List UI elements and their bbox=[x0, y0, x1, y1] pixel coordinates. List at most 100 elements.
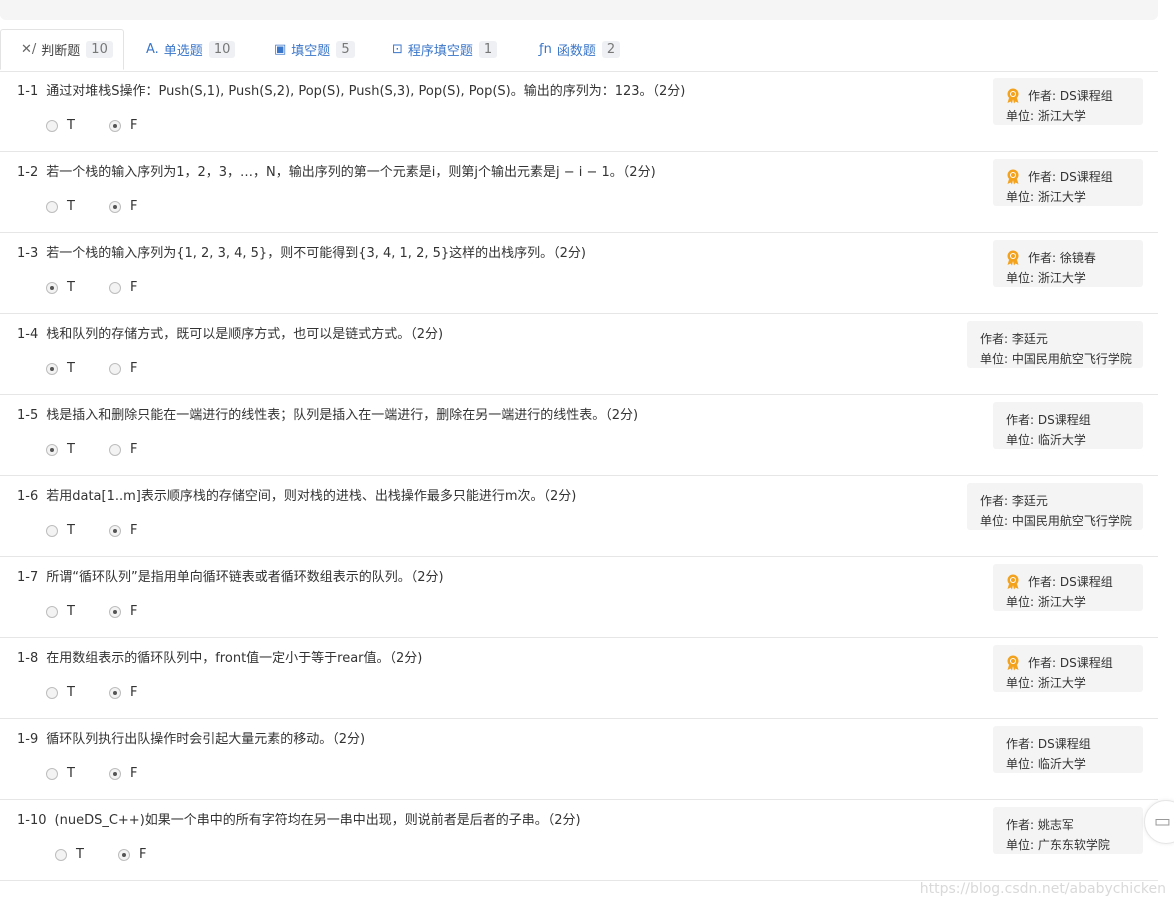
unit-line: 单位: 中国民用航空飞行学院 bbox=[980, 511, 1132, 531]
option-false[interactable]: F bbox=[109, 766, 137, 781]
unit-line: 单位: 临沂大学 bbox=[1006, 430, 1130, 450]
question-text: 1-1 通过对堆栈S操作：Push(S,1), Push(S,2), Pop(S)… bbox=[17, 80, 685, 99]
author-unit: 单位: 浙江大学 bbox=[1006, 271, 1086, 285]
tab-program-fill[interactable]: ⊡ 程序填空题 1 bbox=[392, 29, 498, 70]
question-statement: 栈是插入和删除只能在一端进行的线性表；队列是插入在一端进行，删除在另一端进行的线… bbox=[46, 408, 639, 423]
option-true[interactable]: T bbox=[55, 847, 84, 862]
fill-blank-icon: ▣ bbox=[274, 42, 287, 57]
option-false[interactable]: F bbox=[109, 685, 137, 700]
author-line: 作者: 李廷元 bbox=[980, 491, 1130, 511]
question-statement: 栈和队列的存储方式，既可以是顺序方式，也可以是链式方式。（2分) bbox=[46, 327, 444, 342]
author-info: 作者: 徐镜春单位: 浙江大学 bbox=[993, 240, 1143, 287]
radio-false[interactable] bbox=[109, 524, 121, 537]
author-info: 作者: DS课程组单位: 浙江大学 bbox=[993, 78, 1143, 125]
author-name: 作者: 李廷元 bbox=[980, 332, 1048, 346]
watermark: https://blog.csdn.net/ababychicken bbox=[919, 881, 1166, 897]
question-number: 1-1 bbox=[17, 84, 39, 99]
option-true-label: T bbox=[76, 847, 84, 862]
option-true[interactable]: T bbox=[46, 361, 75, 376]
question-statement: 若一个栈的输入序列为1，2，3，…，N，输出序列的第一个元素是i，则第j个输出元… bbox=[46, 165, 656, 180]
unit-line: 单位: 广东东软学院 bbox=[1006, 835, 1130, 855]
option-true-label: T bbox=[67, 766, 75, 781]
author-unit: 单位: 广东东软学院 bbox=[1006, 838, 1110, 852]
option-true[interactable]: T bbox=[46, 523, 75, 538]
author-name: 作者: 李廷元 bbox=[980, 494, 1048, 508]
option-true[interactable]: T bbox=[46, 118, 75, 133]
judge-icon: ✕/ bbox=[21, 42, 37, 57]
author-info: 作者: DS课程组 单位: 临沂大学 bbox=[993, 726, 1143, 773]
question-text: 1-4 栈和队列的存储方式，既可以是顺序方式，也可以是链式方式。（2分) bbox=[17, 323, 443, 342]
question-text: 1-5 栈是插入和删除只能在一端进行的线性表；队列是插入在一端进行，删除在另一端进… bbox=[17, 404, 638, 423]
option-true[interactable]: T bbox=[46, 766, 75, 781]
author-name: 作者: 徐镜春 bbox=[1028, 251, 1096, 265]
question-number: 1-4 bbox=[17, 327, 39, 342]
radio-true[interactable] bbox=[46, 119, 58, 132]
tab-single-choice[interactable]: A. 单选题 10 bbox=[146, 29, 236, 70]
question-row: 1-8 在用数组表示的循环队列中，front值一定小于等于rear值。（2分) T F… bbox=[0, 638, 1158, 719]
option-true[interactable]: T bbox=[46, 604, 75, 619]
author-name: 作者: DS课程组 bbox=[1028, 89, 1113, 103]
option-false[interactable]: F bbox=[109, 523, 137, 538]
tab-judge[interactable]: ✕/ 判断题 10 bbox=[0, 29, 124, 70]
option-false-label: F bbox=[130, 361, 138, 376]
tab-label: 程序填空题 bbox=[407, 44, 473, 59]
unit-line: 单位: 浙江大学 bbox=[1006, 106, 1130, 126]
option-true[interactable]: T bbox=[46, 442, 75, 457]
question-row: 1-1 通过对堆栈S操作：Push(S,1), Push(S,2), Pop(S)… bbox=[0, 71, 1158, 152]
top-bar bbox=[0, 0, 1158, 20]
radio-false[interactable] bbox=[118, 848, 130, 861]
question-row: 1-10 (nueDS_C++)如果一个串中的所有字符均在另一串中出现，则说前者是… bbox=[0, 800, 1158, 881]
tab-fill-blank[interactable]: ▣ 填空题 5 bbox=[274, 29, 355, 70]
question-number: 1-2 bbox=[17, 165, 39, 180]
radio-false[interactable] bbox=[109, 443, 121, 456]
question-number: 1-8 bbox=[17, 651, 39, 666]
question-text: 1-9 循环队列执行出队操作时会引起大量元素的移动。（2分) bbox=[17, 728, 365, 747]
question-number: 1-9 bbox=[17, 732, 39, 747]
unit-line: 单位: 浙江大学 bbox=[1006, 592, 1130, 612]
tab-label: 单选题 bbox=[163, 44, 203, 59]
question-type-tabs: ✕/ 判断题 10 A. 单选题 10 ▣ 填空题 5 ⊡ 程序填空题 1 ƒn… bbox=[0, 29, 1158, 72]
author-line: 作者: 姚志军 bbox=[1006, 815, 1130, 835]
radio-true[interactable] bbox=[46, 686, 58, 699]
author-info: 作者: DS课程组 单位: 浙江大学 bbox=[993, 564, 1143, 611]
radio-false[interactable] bbox=[109, 605, 121, 618]
option-false[interactable]: F bbox=[109, 199, 137, 214]
author-info: 作者: 姚志军单位: 广东东软学院 bbox=[993, 807, 1143, 854]
radio-true[interactable] bbox=[55, 848, 67, 861]
option-true[interactable]: T bbox=[46, 685, 75, 700]
radio-true[interactable] bbox=[46, 200, 58, 213]
question-number: 1-5 bbox=[17, 408, 39, 423]
radio-false[interactable] bbox=[109, 200, 121, 213]
radio-false[interactable] bbox=[109, 119, 121, 132]
option-false[interactable]: F bbox=[109, 604, 137, 619]
question-text: 1-2 若一个栈的输入序列为1，2，3，…，N，输出序列的第一个元素是i，则第j个… bbox=[17, 161, 656, 180]
author-info: 作者: DS课程组 单位: 浙江大学 bbox=[993, 645, 1143, 692]
question-text: 1-7 所谓“循环队列”是指用单向循环链表或者循环数组表示的队列。（2分) bbox=[17, 566, 444, 585]
option-false[interactable]: F bbox=[109, 361, 137, 376]
author-name: 作者: DS课程组 bbox=[1028, 656, 1113, 670]
author-unit: 单位: 中国民用航空飞行学院 bbox=[980, 352, 1132, 366]
radio-true[interactable] bbox=[46, 362, 58, 375]
option-true[interactable]: T bbox=[46, 280, 75, 295]
radio-true[interactable] bbox=[46, 281, 58, 294]
question-row: 1-3 若一个栈的输入序列为{1, 2, 3, 4, 5}，则不可能得到{3, 4… bbox=[0, 233, 1158, 314]
option-false[interactable]: F bbox=[109, 280, 137, 295]
radio-false[interactable] bbox=[109, 767, 121, 780]
option-false[interactable]: F bbox=[109, 442, 137, 457]
radio-false[interactable] bbox=[109, 281, 121, 294]
tab-count-badge: 10 bbox=[86, 41, 113, 58]
option-false-label: F bbox=[130, 118, 138, 133]
radio-true[interactable] bbox=[46, 524, 58, 537]
author-line: 作者: DS课程组 bbox=[1006, 734, 1130, 754]
unit-line: 单位: 临沂大学 bbox=[1006, 754, 1130, 774]
radio-true[interactable] bbox=[46, 767, 58, 780]
program-fill-icon: ⊡ bbox=[392, 42, 403, 57]
radio-false[interactable] bbox=[109, 362, 121, 375]
radio-true[interactable] bbox=[46, 605, 58, 618]
radio-true[interactable] bbox=[46, 443, 58, 456]
option-true[interactable]: T bbox=[46, 199, 75, 214]
option-false[interactable]: F bbox=[109, 118, 137, 133]
tab-function[interactable]: ƒn 函数题 2 bbox=[539, 29, 621, 70]
option-false[interactable]: F bbox=[118, 847, 146, 862]
radio-false[interactable] bbox=[109, 686, 121, 699]
